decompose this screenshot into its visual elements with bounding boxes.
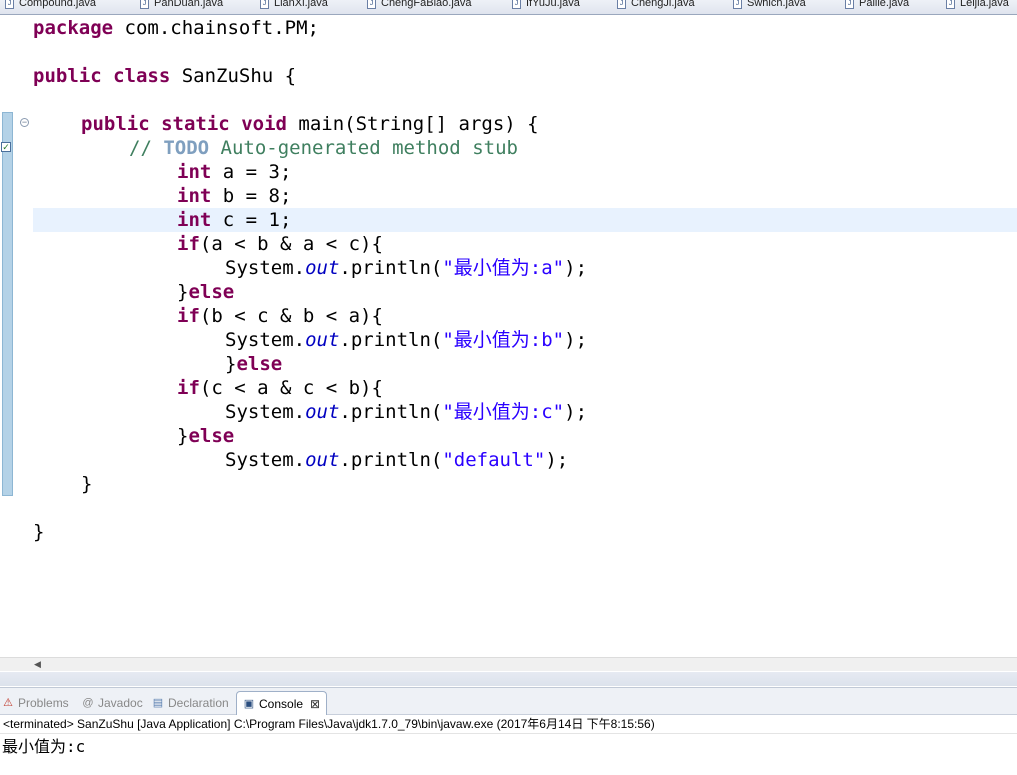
editor-ruler: ✓ [0, 15, 14, 657]
editor-tab-strip: J Compound.java J PanDuan.java J LianXi.jav… [0, 0, 1017, 15]
code-line-if-1: if(a < b & a < c){ [177, 233, 383, 255]
java-file-icon: J [260, 0, 269, 9]
console-status-line: <terminated> SanZuShu [Java Application]… [0, 715, 1017, 734]
editor-tab[interactable]: J PanDuan.java [140, 0, 223, 11]
editor-tab[interactable]: J Pailie.java [845, 0, 909, 11]
code-line-todo-comment: // TODO Auto-generated method stub [129, 137, 518, 159]
code-line-main: public static void main(String[] args) { [81, 113, 539, 135]
javadoc-icon: @ [82, 697, 94, 709]
code-line-close-class: } [33, 521, 45, 543]
editor-tab[interactable]: J IfYuJu.java [512, 0, 580, 11]
editor-tab[interactable]: J LianXi.java [260, 0, 328, 11]
code-line-else-1: }else [177, 281, 235, 303]
editor-tab[interactable]: J Swhich.java [733, 0, 806, 11]
close-icon[interactable]: ⊠ [310, 697, 320, 711]
declaration-icon: ▤ [152, 697, 164, 709]
scroll-left-icon[interactable]: ◀ [34, 659, 41, 670]
quick-diff-bar [2, 112, 13, 496]
editor-tab[interactable]: J Compound.java [5, 0, 96, 11]
tab-console[interactable]: ▣ Console ⊠ [236, 691, 328, 715]
problems-icon: ⚠ [3, 697, 13, 709]
code-line-if-3: if(c < a & c < b){ [177, 377, 383, 399]
code-line-package: package com.chainsoft.PM; [33, 17, 319, 39]
code-line-class: public class SanZuShu { [33, 65, 297, 87]
java-file-icon: J [617, 0, 626, 9]
code-line-print-3: System.out.println("最小值为:c"); [225, 401, 588, 423]
code-line-int-a: int a = 3; [177, 161, 292, 183]
tab-declaration[interactable]: ▤ Declaration [152, 692, 229, 714]
code-line-print-default: System.out.println("default"); [225, 449, 569, 471]
task-marker-icon[interactable]: ✓ [1, 142, 11, 152]
java-file-icon: J [733, 0, 742, 9]
tab-javadoc[interactable]: @ Javadoc [82, 692, 142, 714]
console-output-value: :c [66, 737, 86, 756]
fold-collapse-icon[interactable]: − [20, 118, 29, 127]
code-line-int-b: int b = 8; [177, 185, 292, 207]
view-sash[interactable] [0, 672, 1017, 686]
editor-tab[interactable]: J ChengJi.java [617, 0, 695, 11]
console-output-label: 最小值为 [2, 739, 67, 756]
horizontal-scrollbar[interactable]: ◀ [0, 657, 1017, 671]
code-line-else-3: }else [177, 425, 235, 447]
java-file-icon: J [845, 0, 854, 9]
java-file-icon: J [367, 0, 376, 9]
view-tab-bar: ⚠ Problems @ Javadoc ▤ Declaration ▣ Con… [0, 687, 1017, 715]
java-file-icon: J [5, 0, 14, 9]
editor-tab[interactable]: J Leijia.java [946, 0, 1009, 11]
console-icon: ▣ [243, 697, 255, 710]
code-line-int-c: int c = 1; [177, 209, 292, 231]
code-line-if-2: if(b < c & b < a){ [177, 305, 383, 327]
code-line-else-2: }else [225, 353, 283, 375]
code-editor[interactable]: ✓ − package com.chainsoft.PM; public cla… [0, 15, 1017, 671]
code-line-print-1: System.out.println("最小值为:a"); [225, 257, 588, 279]
java-file-icon: J [140, 0, 149, 9]
console-output[interactable]: 最小值为:c [0, 736, 1017, 758]
java-file-icon: J [946, 0, 955, 9]
code-line-print-2: System.out.println("最小值为:b"); [225, 329, 588, 351]
code-line-close-main: } [81, 473, 93, 495]
tab-problems[interactable]: ⚠ Problems [2, 692, 69, 714]
editor-tab[interactable]: J ChengFaBiao.java [367, 0, 472, 11]
java-file-icon: J [512, 0, 521, 9]
